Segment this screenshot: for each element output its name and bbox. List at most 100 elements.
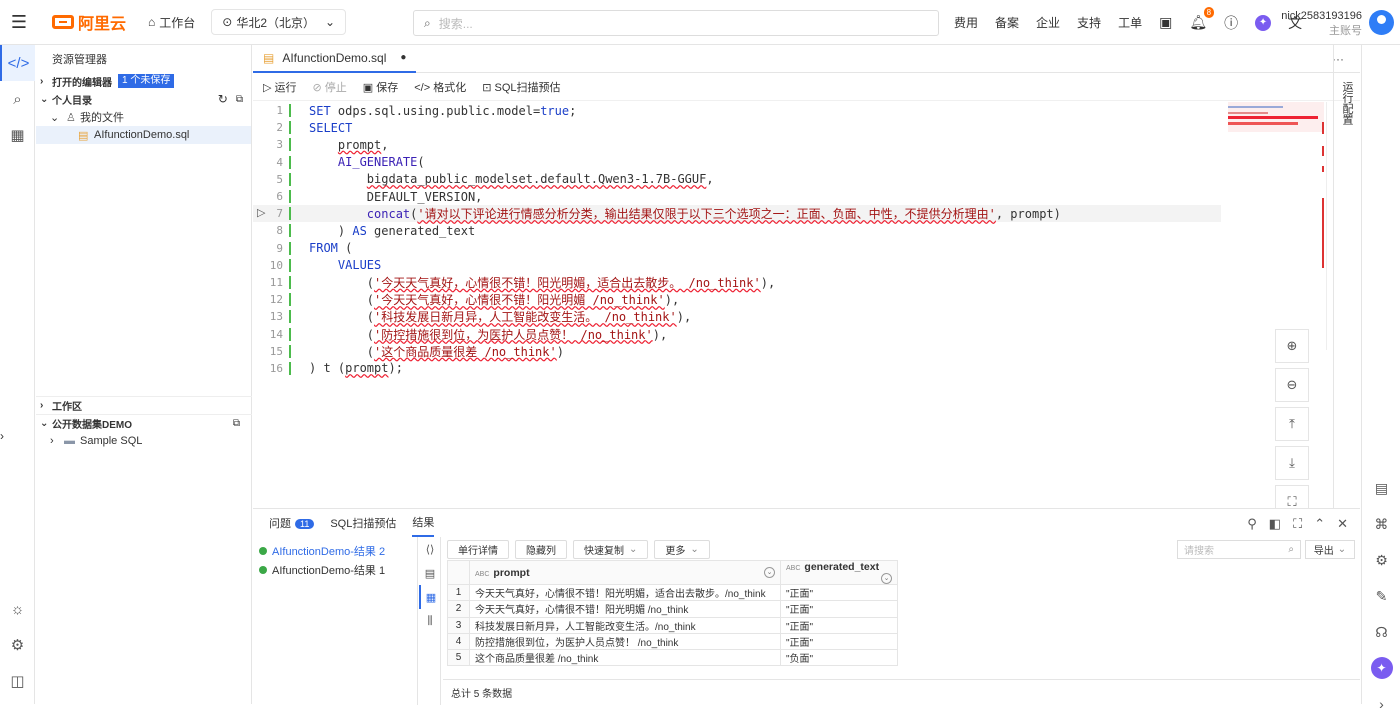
table-row[interactable]: 1 今天天气真好，心情很不错！阳光明媚，适合出去散步。/no_think "正面": [447, 583, 898, 602]
region-selector[interactable]: ⊙ 华北2（北京） ⌄: [211, 9, 347, 35]
headset-icon[interactable]: ☊: [1362, 614, 1400, 650]
code-line[interactable]: 13 ('科技发展日新月异，人工智能改变生活。 /no_think'),: [253, 308, 1221, 325]
theme-icon[interactable]: ☼: [0, 591, 35, 627]
nav-icp[interactable]: 备案: [995, 14, 1019, 31]
code-line[interactable]: 7 concat('请对以下评论进行情感分析分类，输出结果仅限于以下三个选项之一…: [253, 205, 1221, 223]
column-header-generated-text[interactable]: ABC generated_text ⌄: [780, 560, 898, 585]
result-set-item[interactable]: AIfunctionDemo-结果 2: [253, 541, 417, 560]
bell-icon[interactable]: 🔔︎ 8: [1189, 7, 1215, 31]
editor-tab[interactable]: ▤ AIfunctionDemo.sql ●: [253, 45, 417, 73]
sample-sql-row[interactable]: › ▬ Sample SQL: [36, 432, 252, 450]
code-line[interactable]: 5 bigdata_public_modelset.default.Qwen3-…: [253, 171, 1221, 188]
code-line[interactable]: 14 ('防控措施很到位，为医护人员点赞！ /no_think'),: [253, 325, 1221, 342]
table-cell[interactable]: 今天天气真好，心情很不错！阳光明媚，适合出去散步。/no_think: [469, 583, 781, 602]
workbench-button[interactable]: ⌂ 工作台: [140, 9, 203, 35]
close-icon[interactable]: ✕: [1337, 516, 1348, 532]
code-line[interactable]: 16) t (prompt);: [253, 360, 1221, 377]
tab-problems[interactable]: 问题 11: [269, 515, 315, 531]
my-files-row[interactable]: ⌄ ♙ 我的文件: [36, 108, 251, 126]
collapse-all-icon[interactable]: ⧉: [233, 418, 240, 429]
nav-support[interactable]: 支持: [1077, 14, 1101, 31]
minimap[interactable]: [1228, 102, 1324, 352]
stop-button[interactable]: ⊘ 停止: [313, 79, 347, 95]
personal-dir-row[interactable]: ⌄ 个人目录 ↻ ⧉: [36, 90, 251, 108]
nav-billing[interactable]: 费用: [954, 14, 978, 31]
code-line[interactable]: 9 FROM (: [253, 240, 1221, 257]
hide-columns-button[interactable]: 隐藏列: [515, 540, 567, 559]
run-line-icon[interactable]: ▷: [257, 206, 265, 219]
table-cell[interactable]: "正面": [780, 583, 898, 602]
minimap-scrollbar[interactable]: [1326, 102, 1327, 350]
table-cell[interactable]: 科技发展日新月异，人工智能改变生活。/no_think: [469, 616, 781, 634]
column-menu-icon[interactable]: ⌄: [881, 573, 892, 584]
code-editor[interactable]: 1 SET odps.sql.using.public.model=true; 2 S…: [253, 102, 1221, 377]
terminal-icon[interactable]: ▣: [1159, 14, 1172, 31]
account-info[interactable]: nick2583193196 主账号: [1281, 9, 1362, 39]
table-row[interactable]: 4 防控措施很到位，为医护人员点赞！ /no_think "正面": [447, 632, 898, 651]
grid-search-input[interactable]: 请搜索 ⌕: [1177, 540, 1301, 559]
public-dataset-row[interactable]: ⌄ 公开数据集DEMO ⧉: [36, 414, 252, 432]
scroll-top-icon[interactable]: ⤒: [1275, 407, 1309, 441]
expand-chevron-icon[interactable]: ›: [0, 429, 10, 443]
panel-toggle-icon[interactable]: ◫: [0, 663, 35, 699]
search-panel-icon[interactable]: ⌕: [0, 81, 35, 117]
nav-enterprise[interactable]: 企业: [1036, 14, 1060, 31]
edit-icon[interactable]: ✎: [1362, 578, 1400, 614]
code-block-icon[interactable]: ⌘: [1362, 506, 1400, 542]
table-cell[interactable]: "负面": [780, 649, 898, 667]
more-button[interactable]: 更多 ⌄: [654, 540, 710, 559]
code-view-icon[interactable]: ⟨⟩: [419, 537, 441, 561]
split-view-icon[interactable]: ◧: [1269, 516, 1281, 532]
global-search-input[interactable]: ⌕ 搜索...: [413, 10, 939, 36]
zoom-out-icon[interactable]: ⊖: [1275, 368, 1309, 402]
code-line[interactable]: 10 VALUES: [253, 257, 1221, 274]
code-line[interactable]: 1 SET odps.sql.using.public.model=true;: [253, 102, 1221, 119]
quick-copy-button[interactable]: 快速复制 ⌄: [573, 540, 649, 559]
table-cell[interactable]: 这个商品质量很差 /no_think: [469, 649, 781, 667]
collapse-all-icon[interactable]: ⧉: [236, 94, 243, 105]
code-line[interactable]: 8 ) AS generated_text: [253, 222, 1221, 239]
code-line[interactable]: 4 AI_GENERATE(: [253, 154, 1221, 171]
row-detail-button[interactable]: 单行详情: [447, 540, 509, 559]
run-button[interactable]: ▷ 运行: [263, 79, 297, 95]
help-icon[interactable]: ⓘ: [1224, 13, 1238, 33]
aliyun-logo[interactable]: 阿里云: [52, 10, 126, 34]
sql-scan-button[interactable]: ⊡ SQL扫描预估: [482, 79, 560, 95]
format-button[interactable]: </> 格式化: [414, 79, 466, 95]
column-menu-icon[interactable]: ⌄: [764, 566, 775, 578]
table-cell[interactable]: "正面": [780, 616, 898, 634]
run-config-panel[interactable]: 运行配置: [1333, 45, 1360, 508]
column-header-prompt[interactable]: ABC prompt ⌄: [469, 560, 781, 585]
table-icon[interactable]: ▦: [0, 117, 35, 153]
ai-assistant-icon[interactable]: ✦: [1255, 14, 1272, 31]
code-line[interactable]: 2 SELECT: [253, 119, 1221, 136]
table-cell[interactable]: "正面": [780, 600, 898, 618]
log-view-icon[interactable]: ▤: [419, 561, 441, 585]
document-icon[interactable]: ▤: [1362, 470, 1400, 506]
table-cell[interactable]: 今天天气真好，心情很不错！阳光明媚 /no_think: [469, 600, 781, 618]
settings-icon[interactable]: ⚙: [1362, 542, 1400, 578]
unsaved-dot-icon[interactable]: ●: [400, 52, 406, 63]
table-cell[interactable]: 防控措施很到位，为医护人员点赞！ /no_think: [469, 632, 781, 651]
table-row[interactable]: 2 今天天气真好，心情很不错！阳光明媚 /no_think "正面": [447, 600, 898, 618]
save-button[interactable]: ▣ 保存: [363, 79, 398, 95]
chevron-right-icon[interactable]: ›: [1362, 686, 1400, 722]
avatar[interactable]: [1369, 10, 1394, 35]
workspace-row[interactable]: › 工作区: [36, 396, 252, 414]
chevron-up-icon[interactable]: ⌃: [1314, 516, 1325, 532]
assistant-icon[interactable]: ✦: [1362, 650, 1400, 686]
scroll-bottom-icon[interactable]: ⤓: [1275, 446, 1309, 480]
tab-results[interactable]: 结果: [412, 509, 435, 537]
export-button[interactable]: 导出 ⌄: [1305, 540, 1355, 559]
filter-icon[interactable]: ⚲: [1247, 516, 1257, 532]
maximize-icon[interactable]: ⛶: [1293, 516, 1302, 532]
refresh-icon[interactable]: ↻: [218, 92, 228, 106]
code-icon[interactable]: </>: [0, 45, 35, 81]
gear-icon[interactable]: ⚙: [0, 627, 35, 663]
table-cell[interactable]: "正面": [780, 632, 898, 651]
table-row[interactable]: 3 科技发展日新月异，人工智能改变生活。/no_think "正面": [447, 616, 898, 634]
code-line[interactable]: 3 prompt,: [253, 136, 1221, 153]
table-row[interactable]: 5 这个商品质量很差 /no_think "负面": [447, 649, 898, 667]
zoom-in-icon[interactable]: ⊕: [1275, 329, 1309, 363]
menu-icon[interactable]: ☰: [0, 0, 38, 45]
